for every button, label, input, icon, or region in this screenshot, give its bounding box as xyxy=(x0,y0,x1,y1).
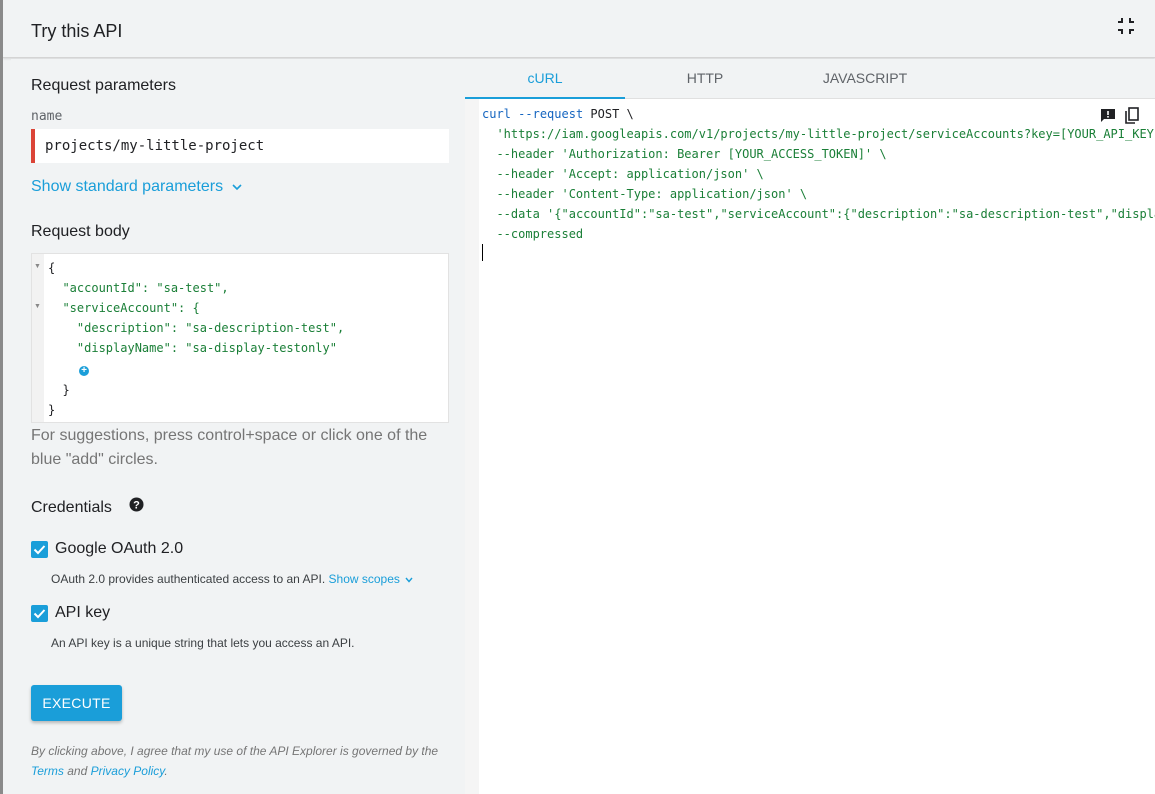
help-icon[interactable]: ? xyxy=(129,497,144,512)
legal-text: By clicking above, I agree that my use o… xyxy=(31,744,439,758)
curl-request-flag: --request xyxy=(518,107,584,121)
curl-line: --data '{"accountId":"sa-test","serviceA… xyxy=(482,207,1155,221)
credentials-heading: Credentials xyxy=(31,499,112,516)
body-line: "displayName": "sa-display-testonly" xyxy=(48,341,337,355)
curl-line: --header 'Accept: application/json' \ xyxy=(482,167,764,181)
tab-http[interactable]: HTTP xyxy=(625,59,785,99)
show-standard-parameters-link[interactable]: Show standard parameters xyxy=(31,178,242,196)
body-line: } xyxy=(48,403,56,417)
api-key-description: An API key is a unique string that lets … xyxy=(51,636,355,650)
body-line: "serviceAccount": { xyxy=(48,301,200,315)
curl-header-flag: --header xyxy=(496,187,555,201)
request-body-editor[interactable]: ▼ ▼ { "accountId": "sa-test", "serviceAc… xyxy=(31,253,449,423)
name-param-label: name xyxy=(31,109,63,124)
body-line: } xyxy=(48,383,70,397)
curl-accept: 'Accept: application/json' \ xyxy=(561,167,764,181)
tab-javascript[interactable]: JAVASCRIPT xyxy=(785,59,945,99)
legal-and: and xyxy=(67,764,88,778)
code-tabs: cURL HTTP JAVASCRIPT xyxy=(465,59,1155,99)
show-scopes-link[interactable]: Show scopes xyxy=(329,572,414,586)
request-column: Request parameters name projects/my-litt… xyxy=(11,59,465,794)
curl-cmd: curl xyxy=(482,107,511,121)
chevron-down-icon xyxy=(405,577,413,583)
curl-line: --header 'Content-Type: application/json… xyxy=(482,187,807,201)
copy-icon[interactable] xyxy=(1124,107,1140,125)
panel-header: Try this API xyxy=(3,0,1155,58)
name-param-input[interactable]: projects/my-little-project xyxy=(31,129,449,163)
body-line: "accountId": "sa-test", xyxy=(48,281,229,295)
fullscreen-exit-icon[interactable] xyxy=(1117,17,1135,35)
curl-url: 'https://iam.googleapis.com/v1/projects/… xyxy=(496,127,1155,141)
curl-content-type: 'Content-Type: application/json' \ xyxy=(561,187,808,201)
curl-line: --header 'Authorization: Bearer [YOUR_AC… xyxy=(482,147,887,161)
show-standard-parameters-label: Show standard parameters xyxy=(31,178,224,195)
curl-method: POST \ xyxy=(590,107,634,121)
curl-line: curl --request POST \ xyxy=(482,107,634,121)
code-sample-column: cURL HTTP JAVASCRIPT curl --request POST… xyxy=(465,59,1155,794)
tab-curl[interactable]: cURL xyxy=(465,59,625,99)
legal-end: . xyxy=(164,764,168,778)
curl-line: --compressed xyxy=(482,227,583,241)
code-toolbar xyxy=(1100,107,1150,125)
execute-button[interactable]: EXECUTE xyxy=(31,685,122,721)
curl-compressed: --compressed xyxy=(496,227,584,241)
body-line: { xyxy=(48,261,56,275)
api-key-checkbox[interactable] xyxy=(31,605,48,622)
curl-header-flag: --header xyxy=(496,147,555,161)
suggestions-hint: For suggestions, press control+space or … xyxy=(31,427,428,468)
oauth-description-text: OAuth 2.0 provides authenticated access … xyxy=(51,572,326,586)
show-scopes-label: Show scopes xyxy=(328,572,400,586)
fold-arrow-icon[interactable]: ▼ xyxy=(34,263,41,270)
curl-line: 'https://iam.googleapis.com/v1/projects/… xyxy=(482,127,1155,141)
curl-auth: 'Authorization: Bearer [YOUR_ACCESS_TOKE… xyxy=(561,147,887,161)
legal-notice: By clicking above, I agree that my use o… xyxy=(31,741,451,781)
oauth-description: OAuth 2.0 provides authenticated access … xyxy=(51,572,413,586)
svg-text:?: ? xyxy=(133,500,140,512)
panel-title: Try this API xyxy=(31,21,123,41)
request-parameters-heading: Request parameters xyxy=(31,77,176,94)
oauth-checkbox[interactable] xyxy=(31,541,48,558)
curl-data-flag: --data xyxy=(496,207,540,221)
privacy-policy-link[interactable]: Privacy Policy xyxy=(91,764,165,778)
terms-link[interactable]: Terms xyxy=(31,764,64,778)
chevron-down-icon xyxy=(231,184,242,190)
editor-gutter: ▼ ▼ xyxy=(32,254,44,422)
try-this-api-panel: Try this API Request parameters name pro… xyxy=(3,0,1155,794)
text-cursor xyxy=(482,244,483,261)
request-body-heading: Request body xyxy=(31,223,130,240)
body-line: "description": "sa-description-test", xyxy=(48,321,345,335)
curl-header-flag: --header xyxy=(496,167,555,181)
curl-code-area[interactable]: curl --request POST \ 'https://iam.googl… xyxy=(465,99,1155,794)
curl-data: '{"accountId":"sa-test","serviceAccount"… xyxy=(547,207,1155,221)
add-circle-icon[interactable]: + xyxy=(79,366,89,376)
oauth-label[interactable]: Google OAuth 2.0 xyxy=(55,540,183,558)
feedback-icon[interactable] xyxy=(1100,108,1116,124)
api-key-label[interactable]: API key xyxy=(55,604,110,622)
fold-arrow-icon[interactable]: ▼ xyxy=(34,303,41,310)
